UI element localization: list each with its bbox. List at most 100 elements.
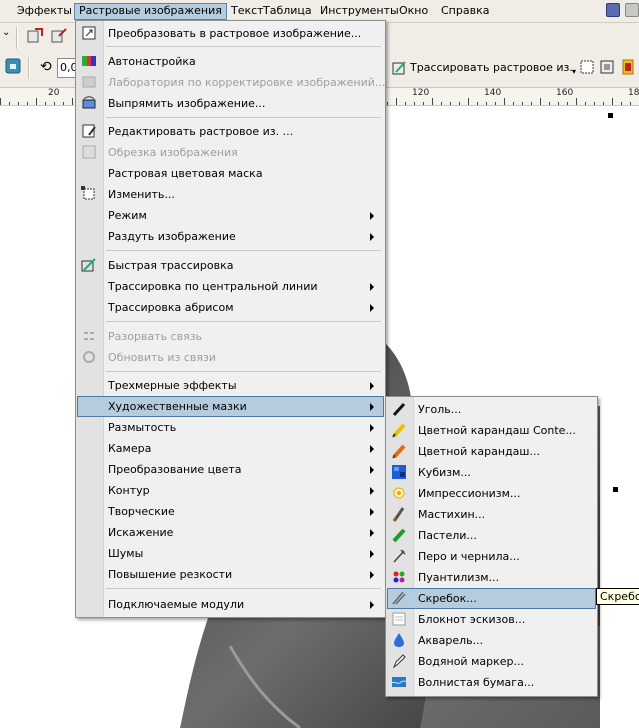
menu-item-label: Цветной карандаш... bbox=[418, 445, 540, 458]
menu-item-contour[interactable]: Контур bbox=[77, 480, 384, 501]
menu-item-convert-to-bitmap[interactable]: Преобразовать в растровое изображение... bbox=[77, 23, 384, 44]
menu-item-edit-bitmap[interactable]: Редактировать растровое из. ... bbox=[77, 121, 384, 142]
bitmap-edit-icon[interactable] bbox=[578, 58, 596, 76]
crop-icon[interactable] bbox=[598, 58, 616, 76]
menu-item-sketch-pad[interactable]: Блокнот эскизов... bbox=[387, 609, 596, 630]
menu-item-cubist[interactable]: Кубизм... bbox=[387, 462, 596, 483]
menu-item-label: Пуантилизм... bbox=[418, 571, 500, 584]
menu-item-label: Обрезка изображения bbox=[108, 146, 238, 159]
ruler-tick bbox=[27, 102, 28, 105]
menu-item-water-marker[interactable]: Водяной маркер... bbox=[387, 651, 596, 672]
wave-paper-icon bbox=[391, 677, 407, 687]
menu-item-centerline-trace[interactable]: Трассировка по центральной линии bbox=[77, 276, 384, 297]
impressionist-icon bbox=[393, 487, 405, 499]
ruler-label: 160 bbox=[556, 88, 574, 98]
menu-item-sharpen[interactable]: Повышение резкости bbox=[77, 564, 384, 585]
menu-window-label: Окно bbox=[399, 4, 429, 17]
menu-item-watercolor[interactable]: Акварель... bbox=[387, 630, 596, 651]
menu-item-image-adjustment-lab: Лаборатория по корректировке изображений… bbox=[77, 72, 385, 93]
ruler-tick bbox=[387, 102, 388, 105]
window-icon[interactable] bbox=[606, 3, 620, 17]
menu-item-camera[interactable]: Камера bbox=[77, 438, 384, 459]
menu-item-3d-effects[interactable]: Трехмерные эффекты bbox=[77, 375, 384, 396]
ruler-tick bbox=[54, 102, 55, 105]
menu-table[interactable]: Таблица bbox=[258, 3, 317, 20]
menu-item-auto-adjust[interactable]: Автонастройка bbox=[77, 51, 384, 72]
menu-item-label: Искажение bbox=[108, 526, 174, 539]
menu-item-label: Волнистая бумага... bbox=[418, 676, 535, 689]
ruler-tick bbox=[414, 102, 415, 105]
menu-item-conte-crayon[interactable]: Цветной карандаш Conte... bbox=[387, 420, 596, 441]
ruler-tick bbox=[450, 102, 451, 105]
menu-item-label: Шумы bbox=[108, 547, 144, 560]
menu-item-inflate-bitmap[interactable]: Раздуть изображение bbox=[77, 226, 384, 247]
charcoal-icon bbox=[392, 402, 406, 417]
chevron-down-icon[interactable]: ⌄ bbox=[2, 27, 10, 38]
submenu-arrow-icon bbox=[370, 304, 374, 312]
menu-item-straighten[interactable]: Выпрямить изображение... bbox=[77, 93, 384, 114]
menu-item-pointillist[interactable]: Пуантилизм... bbox=[387, 567, 596, 588]
menu-tools[interactable]: Инструменты bbox=[315, 3, 404, 20]
menu-help[interactable]: Справка bbox=[436, 3, 494, 20]
export-icon[interactable] bbox=[50, 27, 68, 45]
menu-item-impressionist[interactable]: Импрессионизм... bbox=[387, 483, 596, 504]
selection-handle[interactable] bbox=[608, 113, 613, 118]
menu-item-color-transform[interactable]: Преобразование цвета bbox=[77, 459, 384, 480]
menu-item-pen-and-ink[interactable]: Перо и чернила... bbox=[387, 546, 596, 567]
trace-bitmap-button[interactable]: Трассировать растровое из. bbox=[392, 58, 573, 78]
menu-item-crayon[interactable]: Цветной карандаш... bbox=[387, 441, 596, 462]
menu-separator bbox=[106, 321, 381, 322]
menu-item-noise[interactable]: Шумы bbox=[77, 543, 384, 564]
menu-item-label: Режим bbox=[108, 209, 147, 222]
menu-item-label: Трассировка абрисом bbox=[108, 301, 234, 314]
menu-item-label: Цветной карандаш Conte... bbox=[418, 424, 576, 437]
menu-item-label: Преобразование цвета bbox=[108, 463, 242, 476]
menu-item-creative[interactable]: Творческие bbox=[77, 501, 384, 522]
menu-item-label: Растровая цветовая маска bbox=[108, 167, 263, 180]
restore-icon[interactable] bbox=[625, 3, 639, 17]
menu-item-pastels[interactable]: Пастели... bbox=[387, 525, 596, 546]
menu-item-plug-ins[interactable]: Подключаемые модули bbox=[77, 594, 384, 615]
menu-item-resample[interactable]: Изменить... bbox=[77, 184, 384, 205]
ruler-label: 140 bbox=[484, 88, 502, 98]
menu-item-label: Трехмерные эффекты bbox=[108, 379, 237, 392]
ruler-tick bbox=[621, 102, 622, 105]
menu-item-blur[interactable]: Размытость bbox=[77, 417, 384, 438]
menu-item-quick-trace[interactable]: Быстрая трассировка bbox=[77, 255, 384, 276]
resample-icon bbox=[81, 186, 95, 200]
menu-item-art-strokes[interactable]: Художественные мазки bbox=[77, 396, 384, 417]
menu-item-mode[interactable]: Режим bbox=[77, 205, 384, 226]
menu-bitmaps[interactable]: Растровые изображения bbox=[74, 3, 227, 20]
menu-item-distort[interactable]: Искажение bbox=[77, 522, 384, 543]
selection-handle[interactable] bbox=[613, 487, 618, 492]
ruler-tick bbox=[594, 102, 595, 105]
menu-item-label: Выпрямить изображение... bbox=[108, 97, 266, 110]
menu-window[interactable]: Окно bbox=[394, 3, 433, 20]
ruler-tick bbox=[9, 102, 10, 105]
menu-effects[interactable]: Эффекты bbox=[12, 3, 77, 20]
menu-item-bitmap-color-mask[interactable]: Растровая цветовая маска bbox=[77, 163, 384, 184]
import-icon[interactable] bbox=[26, 27, 44, 45]
dropdown-arrow-icon[interactable]: ▾ bbox=[572, 67, 576, 76]
menu-item-charcoal[interactable]: Уголь... bbox=[387, 399, 596, 420]
menu-table-label: Таблица bbox=[263, 4, 312, 17]
scraperboard-icon bbox=[392, 591, 406, 605]
menu-item-label: Подключаемые модули bbox=[108, 598, 245, 611]
ruler-tick bbox=[45, 102, 46, 105]
rotate-icon: ⟲ bbox=[40, 59, 52, 75]
menu-separator bbox=[106, 117, 381, 118]
lock-icon[interactable] bbox=[4, 57, 22, 75]
menu-item-scraperboard[interactable]: Скребок... bbox=[387, 588, 596, 609]
auto-adjust-icon bbox=[82, 56, 96, 66]
ruler-tick bbox=[72, 98, 73, 105]
ruler-tick bbox=[18, 102, 19, 105]
color-mask-icon[interactable] bbox=[620, 58, 638, 76]
ruler-tick bbox=[486, 102, 487, 105]
menu-item-palette-knife[interactable]: Мастихин... bbox=[387, 504, 596, 525]
ruler-tick bbox=[549, 102, 550, 105]
menu-item-wave-paper[interactable]: Волнистая бумага... bbox=[387, 672, 596, 693]
menu-item-label: Мастихин... bbox=[418, 508, 486, 521]
menu-item-crop-bitmap: Обрезка изображения bbox=[77, 142, 384, 163]
menu-item-outline-trace[interactable]: Трассировка абрисом bbox=[77, 297, 384, 318]
ruler-tick bbox=[576, 98, 577, 105]
